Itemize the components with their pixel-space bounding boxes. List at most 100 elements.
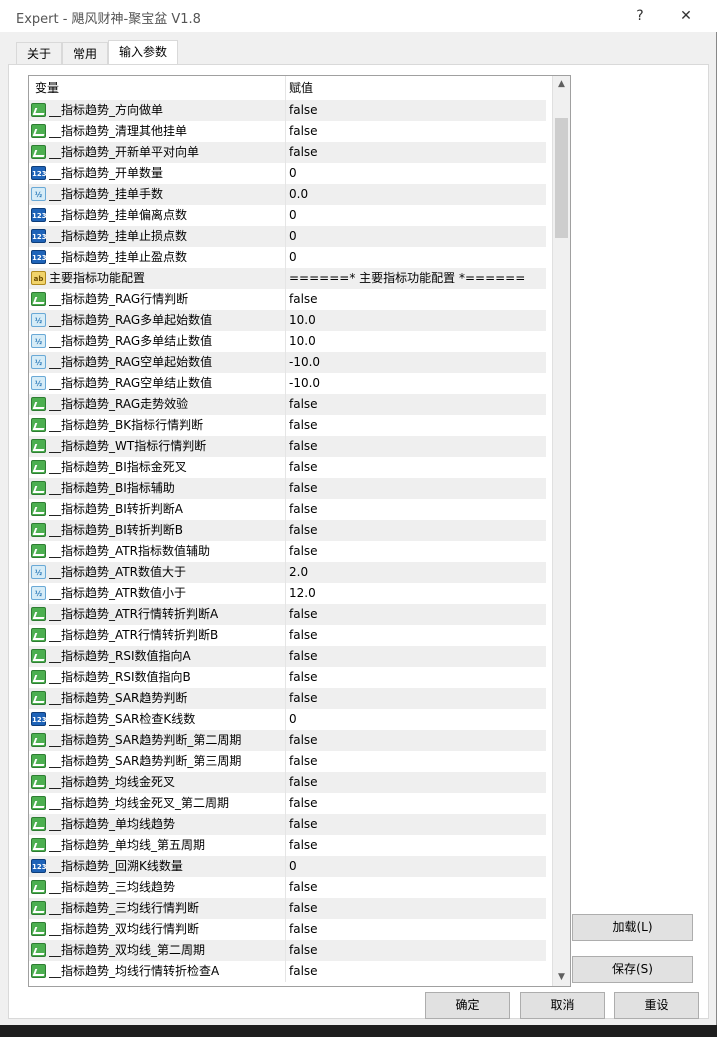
table-row[interactable]: __指标趋势_RAG行情判断 false [29,289,546,310]
table-row[interactable]: __指标趋势_三均线行情判断 false [29,898,546,919]
parameter-value[interactable]: false [289,898,318,919]
table-row[interactable]: __指标趋势_均线金死叉 false [29,772,546,793]
table-row[interactable]: 123 __指标趋势_回溯K线数量 0 [29,856,546,877]
table-row[interactable]: ½ __指标趋势_RAG多单结止数值 10.0 [29,331,546,352]
table-row[interactable]: __指标趋势_均线行情转折检查A false [29,961,546,982]
parameter-value[interactable]: 0 [289,247,297,268]
reset-button[interactable]: 重设 [614,992,699,1019]
help-button[interactable]: ? [622,4,658,28]
parameter-value[interactable]: false [289,541,318,562]
table-row[interactable]: __指标趋势_BI指标辅助 false [29,478,546,499]
table-row[interactable]: __指标趋势_双均线行情判断 false [29,919,546,940]
parameter-value[interactable]: false [289,604,318,625]
table-row[interactable]: __指标趋势_BK指标行情判断 false [29,415,546,436]
column-header-variable[interactable]: 变量 [35,76,286,100]
column-header-value[interactable]: 赋值 [289,76,313,100]
parameter-value[interactable]: false [289,793,318,814]
table-row[interactable]: 123 __指标趋势_挂单偏离点数 0 [29,205,546,226]
parameter-value[interactable]: false [289,121,318,142]
table-row[interactable]: __指标趋势_单均线趋势 false [29,814,546,835]
parameter-value[interactable]: false [289,877,318,898]
table-row[interactable]: __指标趋势_开新单平对向单 false [29,142,546,163]
table-row[interactable]: __指标趋势_SAR趋势判断_第二周期 false [29,730,546,751]
parameter-value[interactable]: false [289,394,318,415]
vertical-scrollbar[interactable]: ▲ ▼ [552,76,570,986]
table-row[interactable]: 123 __指标趋势_开单数量 0 [29,163,546,184]
parameter-value[interactable]: false [289,751,318,772]
parameter-value[interactable]: 12.0 [289,583,316,604]
parameter-value[interactable]: false [289,499,318,520]
table-row[interactable]: __指标趋势_方向做单 false [29,100,546,121]
parameter-value[interactable]: false [289,520,318,541]
table-row[interactable]: __指标趋势_均线金死叉_第二周期 false [29,793,546,814]
parameter-value[interactable]: false [289,415,318,436]
tab-about[interactable]: 关于 [16,42,62,64]
table-row[interactable]: __指标趋势_RSI数值指向A false [29,646,546,667]
parameter-value[interactable]: false [289,814,318,835]
table-row[interactable]: __指标趋势_清理其他挂单 false [29,121,546,142]
table-row[interactable]: __指标趋势_三均线趋势 false [29,877,546,898]
parameter-value[interactable]: false [289,625,318,646]
parameter-value[interactable]: false [289,667,318,688]
parameter-value[interactable]: false [289,940,318,961]
table-row[interactable]: 123 __指标趋势_挂单止损点数 0 [29,226,546,247]
parameter-value[interactable]: false [289,142,318,163]
parameter-value[interactable]: 0 [289,709,297,730]
parameter-value[interactable]: false [289,289,318,310]
table-row[interactable]: ½ __指标趋势_RAG空单结止数值 -10.0 [29,373,546,394]
parameter-value[interactable]: ======* 主要指标功能配置 *====== [289,268,525,289]
parameter-value[interactable]: 2.0 [289,562,308,583]
table-row[interactable]: __指标趋势_RSI数值指向B false [29,667,546,688]
tab-common[interactable]: 常用 [62,42,108,64]
table-row[interactable]: __指标趋势_ATR指标数值辅助 false [29,541,546,562]
table-row[interactable]: 123 __指标趋势_SAR检查K线数 0 [29,709,546,730]
parameter-value[interactable]: -10.0 [289,352,320,373]
parameter-value[interactable]: false [289,835,318,856]
table-row[interactable]: __指标趋势_ATR行情转折判断A false [29,604,546,625]
parameter-value[interactable]: false [289,100,318,121]
parameter-value[interactable]: false [289,730,318,751]
table-row[interactable]: __指标趋势_SAR趋势判断_第三周期 false [29,751,546,772]
parameter-value[interactable]: false [289,772,318,793]
parameter-value[interactable]: false [289,646,318,667]
table-row[interactable]: __指标趋势_双均线_第二周期 false [29,940,546,961]
title-bar[interactable]: Expert - 飓风财神-聚宝盆 V1.8 ? ✕ [0,0,717,32]
load-button[interactable]: 加载(L) [572,914,693,941]
table-row[interactable]: __指标趋势_BI指标金死叉 false [29,457,546,478]
table-row[interactable]: __指标趋势_BI转折判断A false [29,499,546,520]
parameter-value[interactable]: false [289,961,318,982]
table-row[interactable]: ½ __指标趋势_ATR数值小于 12.0 [29,583,546,604]
cancel-button[interactable]: 取消 [520,992,605,1019]
table-row[interactable]: __指标趋势_ATR行情转折判断B false [29,625,546,646]
table-row[interactable]: ab 主要指标功能配置 ======* 主要指标功能配置 *====== [29,268,546,289]
parameter-value[interactable]: 0 [289,226,297,247]
scroll-up-arrow-icon[interactable]: ▲ [553,76,570,93]
table-row[interactable]: __指标趋势_SAR趋势判断 false [29,688,546,709]
table-row[interactable]: __指标趋势_BI转折判断B false [29,520,546,541]
parameter-value[interactable]: 0 [289,163,297,184]
table-row[interactable]: ½ __指标趋势_RAG多单起始数值 10.0 [29,310,546,331]
parameter-value[interactable]: 0 [289,205,297,226]
close-button[interactable]: ✕ [668,4,704,28]
parameter-value[interactable]: 10.0 [289,331,316,352]
table-row[interactable]: __指标趋势_单均线_第五周期 false [29,835,546,856]
scrollbar-thumb[interactable] [555,118,568,238]
parameter-value[interactable]: false [289,919,318,940]
parameter-value[interactable]: -10.0 [289,373,320,394]
scroll-down-arrow-icon[interactable]: ▼ [553,969,570,986]
table-row[interactable]: ½ __指标趋势_RAG空单起始数值 -10.0 [29,352,546,373]
table-row[interactable]: 123 __指标趋势_挂单止盈点数 0 [29,247,546,268]
tab-inputs[interactable]: 输入参数 [108,40,178,65]
parameter-value[interactable]: 10.0 [289,310,316,331]
save-button[interactable]: 保存(S) [572,956,693,983]
table-row[interactable]: __指标趋势_WT指标行情判断 false [29,436,546,457]
parameter-value[interactable]: 0 [289,856,297,877]
parameter-value[interactable]: false [289,457,318,478]
table-row[interactable]: ½ __指标趋势_挂单手数 0.0 [29,184,546,205]
table-row[interactable]: ½ __指标趋势_ATR数值大于 2.0 [29,562,546,583]
parameter-value[interactable]: 0.0 [289,184,308,205]
parameter-value[interactable]: false [289,436,318,457]
parameter-value[interactable]: false [289,478,318,499]
ok-button[interactable]: 确定 [425,992,510,1019]
parameter-value[interactable]: false [289,688,318,709]
